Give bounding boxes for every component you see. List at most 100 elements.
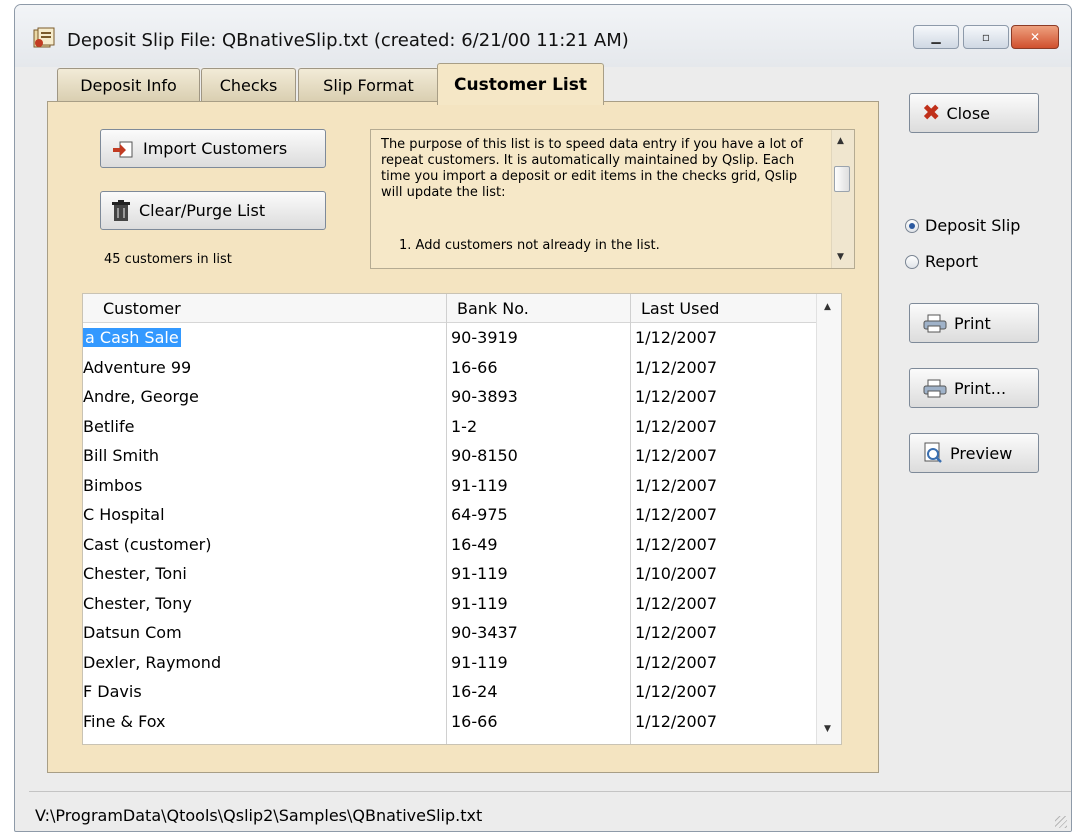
- table-row[interactable]: Chester, Toni 91-119 1/10/2007: [83, 559, 819, 589]
- close-label: Close: [946, 103, 991, 123]
- scroll-up-icon[interactable]: ▲: [824, 302, 831, 312]
- customer-cell[interactable]: Chester, Toni: [83, 564, 187, 583]
- bank-no-cell[interactable]: 90-3919: [451, 328, 518, 347]
- customer-cell[interactable]: Bill Smith: [83, 446, 159, 465]
- header-customer[interactable]: Customer: [103, 299, 181, 318]
- bank-no-cell[interactable]: 1-2: [451, 417, 477, 436]
- last-used-cell[interactable]: 1/12/2007: [635, 594, 717, 613]
- tab-customer-list[interactable]: Customer List: [437, 63, 604, 105]
- table-row[interactable]: Andre, George 90-3893 1/12/2007: [83, 382, 819, 412]
- customer-cell[interactable]: Andre, George: [83, 387, 199, 406]
- customer-grid[interactable]: Customer Bank No. Last Used a Cash Sale 9…: [82, 293, 842, 745]
- tab-checks[interactable]: Checks: [201, 68, 296, 102]
- import-customers-button[interactable]: Import Customers: [100, 129, 326, 168]
- last-used-cell[interactable]: 1/12/2007: [635, 535, 717, 554]
- preview-label: Preview: [950, 443, 1013, 463]
- grid-header: Customer Bank No. Last Used: [83, 294, 819, 323]
- scroll-thumb[interactable]: [834, 166, 850, 192]
- bank-no-cell[interactable]: 91-119: [451, 653, 508, 672]
- customer-cell[interactable]: C Hospital: [83, 505, 165, 524]
- customer-cell[interactable]: Betlife: [83, 417, 134, 436]
- bank-no-cell[interactable]: 16-66: [451, 358, 498, 377]
- bank-no-cell[interactable]: 90-3893: [451, 387, 518, 406]
- customer-cell[interactable]: Dexler, Raymond: [83, 653, 221, 672]
- last-used-cell[interactable]: 1/12/2007: [635, 623, 717, 642]
- table-row[interactable]: Cast (customer) 16-49 1/12/2007: [83, 530, 819, 560]
- tab-label: Customer List: [454, 74, 587, 95]
- status-bar: V:\ProgramData\Qtools\Qslip2\Samples\QBn…: [29, 791, 1071, 831]
- radio-report[interactable]: Report: [905, 252, 978, 271]
- grid-scrollbar[interactable]: ▲ ▼: [816, 294, 841, 744]
- close-button[interactable]: ✖ Close: [909, 93, 1039, 133]
- last-used-cell[interactable]: 1/12/2007: [635, 682, 717, 701]
- maximize-button[interactable]: ▫: [963, 25, 1009, 49]
- table-row[interactable]: Chester, Tony 91-119 1/12/2007: [83, 589, 819, 619]
- bank-no-cell[interactable]: 64-975: [451, 505, 508, 524]
- table-row[interactable]: C Hospital 64-975 1/12/2007: [83, 500, 819, 530]
- table-row[interactable]: F Davis 16-24 1/12/2007: [83, 677, 819, 707]
- minimize-button[interactable]: ▁: [913, 25, 959, 49]
- last-used-cell[interactable]: 1/12/2007: [635, 358, 717, 377]
- cell-text: 91-119: [451, 593, 508, 613]
- customer-cell[interactable]: a Cash Sale: [83, 328, 181, 347]
- bank-no-cell[interactable]: 91-119: [451, 476, 508, 495]
- table-row[interactable]: Dexler, Raymond 91-119 1/12/2007: [83, 648, 819, 678]
- last-used-cell[interactable]: 1/10/2007: [635, 564, 717, 583]
- last-used-cell[interactable]: 1/12/2007: [635, 446, 717, 465]
- status-path: V:\ProgramData\Qtools\Qslip2\Samples\QBn…: [35, 806, 483, 825]
- bank-no-cell[interactable]: 90-8150: [451, 446, 518, 465]
- print-button[interactable]: Print: [909, 303, 1039, 343]
- last-used-cell[interactable]: 1/12/2007: [635, 505, 717, 524]
- scroll-up-icon[interactable]: ▲: [837, 136, 844, 146]
- radio-deposit-slip[interactable]: Deposit Slip: [905, 216, 1020, 235]
- last-used-cell[interactable]: 1/12/2007: [635, 712, 717, 731]
- resize-grip-icon[interactable]: [1055, 816, 1067, 828]
- last-used-cell[interactable]: 1/12/2007: [635, 653, 717, 672]
- bank-no-cell[interactable]: 16-66: [451, 712, 498, 731]
- bank-no-cell[interactable]: 16-49: [451, 535, 498, 554]
- info-scrollbar[interactable]: ▲ ▼: [831, 130, 854, 268]
- table-row[interactable]: a Cash Sale 90-3919 1/12/2007: [83, 323, 819, 353]
- scroll-down-icon[interactable]: ▼: [824, 724, 831, 734]
- title-bar[interactable]: Deposit Slip File: QBnativeSlip.txt (cre…: [15, 5, 1071, 67]
- minimize-icon: ▁: [931, 30, 941, 44]
- table-row[interactable]: Betlife 1-2 1/12/2007: [83, 412, 819, 442]
- cell-text: a Cash Sale: [83, 328, 181, 347]
- preview-button[interactable]: Preview: [909, 433, 1039, 473]
- tab-deposit-info[interactable]: Deposit Info: [57, 68, 200, 102]
- table-row[interactable]: Fine & Fox 16-66 1/12/2007: [83, 707, 819, 737]
- cell-text: 90-3919: [451, 328, 518, 347]
- print-dialog-button[interactable]: Print...: [909, 368, 1039, 408]
- radio-deposit-label: Deposit Slip: [925, 216, 1021, 235]
- clear-purge-list-button[interactable]: Clear/Purge List: [100, 191, 326, 230]
- last-used-cell[interactable]: 1/12/2007: [635, 476, 717, 495]
- customer-cell[interactable]: Cast (customer): [83, 535, 212, 554]
- bank-no-cell[interactable]: 16-24: [451, 682, 498, 701]
- last-used-cell[interactable]: 1/12/2007: [635, 417, 717, 436]
- customer-cell[interactable]: Bimbos: [83, 476, 142, 495]
- customer-cell[interactable]: Datsun Com: [83, 623, 182, 642]
- customer-cell[interactable]: F Davis: [83, 682, 142, 701]
- table-row[interactable]: Datsun Com 90-3437 1/12/2007: [83, 618, 819, 648]
- tab-slip-format[interactable]: Slip Format: [298, 68, 439, 102]
- header-bank-no[interactable]: Bank No.: [457, 299, 529, 318]
- radio-report-label: Report: [925, 252, 979, 271]
- scroll-down-icon[interactable]: ▼: [837, 252, 844, 262]
- last-used-cell[interactable]: 1/12/2007: [635, 328, 717, 347]
- cell-text: 1/12/2007: [635, 711, 718, 731]
- bank-no-cell[interactable]: 91-119: [451, 594, 508, 613]
- header-last-used[interactable]: Last Used: [641, 299, 719, 318]
- table-row[interactable]: Bimbos 91-119 1/12/2007: [83, 471, 819, 501]
- table-row[interactable]: Bill Smith 90-8150 1/12/2007: [83, 441, 819, 471]
- customer-cell[interactable]: Fine & Fox: [83, 712, 166, 731]
- table-row[interactable]: Adventure 99 16-66 1/12/2007: [83, 353, 819, 383]
- bank-no-cell[interactable]: 91-119: [451, 564, 508, 583]
- close-window-button[interactable]: ✕: [1011, 25, 1059, 49]
- customer-cell[interactable]: Adventure 99: [83, 358, 191, 377]
- info-textbox[interactable]: The purpose of this list is to speed dat…: [370, 129, 855, 269]
- tab-label: Slip Format: [323, 76, 414, 95]
- cell-text: 1/12/2007: [635, 682, 718, 701]
- last-used-cell[interactable]: 1/12/2007: [635, 387, 717, 406]
- customer-cell[interactable]: Chester, Tony: [83, 594, 192, 613]
- bank-no-cell[interactable]: 90-3437: [451, 623, 518, 642]
